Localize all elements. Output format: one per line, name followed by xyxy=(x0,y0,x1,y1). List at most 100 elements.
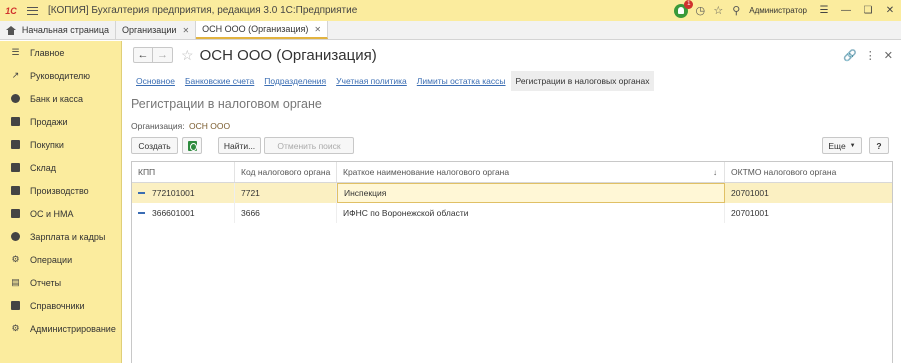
operations-icon: ⚙ xyxy=(11,254,20,264)
back-button[interactable]: ← xyxy=(133,47,153,63)
record-icon xyxy=(138,192,145,194)
table-row[interactable]: 772101001 7721 Инспекция 20701001 xyxy=(132,183,892,203)
notifications-button[interactable]: 1 xyxy=(674,0,694,18)
search-icon[interactable]: ⚲ xyxy=(727,0,745,21)
column-header-kpp[interactable]: КПП xyxy=(132,162,235,182)
chevron-down-icon: ▼ xyxy=(849,142,856,149)
more-actions-icon[interactable]: ⋮ xyxy=(865,49,876,62)
basket-icon xyxy=(10,139,21,150)
cart-icon xyxy=(10,116,21,127)
cell-tax-code: 3666 xyxy=(235,203,337,223)
sidebar-item-label: Производство xyxy=(30,185,89,196)
sidebar-item-directories[interactable]: Справочники xyxy=(0,294,121,317)
column-header-oktmo[interactable]: ОКТМО налогового органа xyxy=(725,162,892,182)
sidebar-item-operations[interactable]: ⚙ Операции xyxy=(0,248,121,271)
history-icon[interactable]: ◷ xyxy=(691,0,709,21)
cell-oktmo: 20701001 xyxy=(731,188,769,198)
cancel-search-button[interactable]: Отменить поиск xyxy=(264,137,354,154)
section-link-tax-registrations[interactable]: Регистрации в налоговых органах xyxy=(510,71,655,91)
column-header-label: Краткое наименование налогового органа xyxy=(343,167,510,177)
book-icon xyxy=(10,300,21,311)
link-icon[interactable]: 🔗 xyxy=(843,49,857,62)
reports-icon: ▤ xyxy=(11,277,20,287)
tab-organization-form[interactable]: ОСН ООО (Организация) ✕ xyxy=(196,21,329,39)
sidebar-item-label: Банк и касса xyxy=(30,93,83,104)
sidebar-item-production[interactable]: Производство xyxy=(0,179,121,202)
minimize-button[interactable]: — xyxy=(835,0,857,21)
sidebar-item-bank[interactable]: Банк и касса xyxy=(0,87,121,110)
chart-line-icon: ↗ xyxy=(11,70,20,80)
sidebar-item-label: Покупки xyxy=(30,139,64,150)
close-icon[interactable]: ✕ xyxy=(314,25,321,34)
registrations-table: КПП Код налогового органа Краткое наимен… xyxy=(131,161,893,363)
favorite-star-icon[interactable]: ☆ xyxy=(181,47,194,64)
sidebar-item-label: Главное xyxy=(30,47,65,58)
sidebar-item-administration[interactable]: ⚙ Администрирование xyxy=(0,317,121,340)
app-title: [КОПИЯ] Бухгалтерия предприятия, редакци… xyxy=(48,5,358,16)
cell-kpp-value: 366601001 xyxy=(152,208,195,218)
table-row[interactable]: 366601001 3666 ИФНС по Воронежской облас… xyxy=(132,203,892,223)
create-button[interactable]: Создать xyxy=(131,137,178,154)
excel-icon xyxy=(187,140,197,151)
cell-tax-name[interactable]: ИФНС по Воронежской области xyxy=(337,203,725,223)
organization-value[interactable]: ОСН ООО xyxy=(189,121,230,131)
tab-home[interactable]: Начальная страница xyxy=(0,21,116,39)
section-link-cash-limits[interactable]: Лимиты остатка кассы xyxy=(412,71,511,91)
sidebar-item-manager[interactable]: ↗ Руководителю xyxy=(0,64,121,87)
sidebar-item-purchases[interactable]: Покупки xyxy=(0,133,121,156)
tab-label: Организации xyxy=(122,25,177,35)
close-form-icon[interactable]: ✕ xyxy=(884,49,893,62)
sections-sidebar: ☰ Главное ↗ Руководителю Банк и касса Прод… xyxy=(0,41,122,363)
user-name[interactable]: Администратор xyxy=(749,6,807,15)
favorites-star-icon[interactable]: ☆ xyxy=(709,0,727,21)
sidebar-item-label: Операции xyxy=(30,254,73,265)
main-menu-button[interactable] xyxy=(22,0,42,21)
cell-tax-name[interactable]: Инспекция xyxy=(337,183,725,203)
title-bar: 1С [КОПИЯ] Бухгалтерия предприятия, реда… xyxy=(0,0,901,21)
form-title: ОСН ООО (Организация) xyxy=(199,46,377,64)
column-header-tax-code[interactable]: Код налогового органа xyxy=(235,162,337,182)
more-button[interactable]: Еще ▼ xyxy=(822,137,862,154)
find-button[interactable]: Найти... xyxy=(218,137,261,154)
close-icon[interactable]: ✕ xyxy=(182,26,189,35)
record-icon xyxy=(138,212,145,214)
sidebar-item-label: Справочники xyxy=(30,300,85,311)
section-link-bank-accounts[interactable]: Банковские счета xyxy=(180,71,259,91)
organization-form: ← → ☆ ОСН ООО (Организация) 🔗 ⋮ ✕ Основн… xyxy=(123,41,901,363)
home-icon xyxy=(6,25,16,35)
tab-label: ОСН ООО (Организация) xyxy=(202,24,309,34)
cell-tax-code: 7721 xyxy=(235,183,337,203)
sidebar-item-warehouse[interactable]: Склад xyxy=(0,156,121,179)
sidebar-item-label: Зарплата и кадры xyxy=(30,231,106,242)
menu-icon: ☰ xyxy=(11,47,20,57)
sort-descending-icon: ↓ xyxy=(713,167,717,177)
sidebar-item-label: Отчеты xyxy=(30,277,62,288)
settings-menu-icon[interactable]: ☰ xyxy=(813,0,835,21)
truck-icon xyxy=(10,208,21,219)
warehouse-icon xyxy=(10,162,21,173)
sidebar-item-reports[interactable]: ▤ Отчеты xyxy=(0,271,121,294)
factory-icon xyxy=(10,185,21,196)
sidebar-item-assets[interactable]: ОС и НМА xyxy=(0,202,121,225)
help-button[interactable]: ? xyxy=(869,137,889,154)
cell-kpp: 772101001 xyxy=(132,183,235,203)
close-window-button[interactable]: ✕ xyxy=(879,0,901,21)
section-link-main[interactable]: Основное xyxy=(131,71,180,91)
excel-export-button[interactable] xyxy=(182,137,202,154)
cell-kpp-value: 772101001 xyxy=(152,188,195,198)
cell-oktmo: 20701001 xyxy=(731,208,769,218)
sidebar-item-main[interactable]: ☰ Главное xyxy=(0,41,121,64)
tab-organizations[interactable]: Организации ✕ xyxy=(116,21,197,39)
cell-kpp: 366601001 xyxy=(132,203,235,223)
organization-field: Организация: ОСН ООО xyxy=(131,121,230,131)
section-link-divisions[interactable]: Подразделения xyxy=(259,71,331,91)
sidebar-item-salary[interactable]: Зарплата и кадры xyxy=(0,225,121,248)
form-header: ← → ☆ ОСН ООО (Организация) 🔗 ⋮ ✕ xyxy=(123,41,901,69)
sidebar-item-label: Склад xyxy=(30,162,57,173)
tab-label: Начальная страница xyxy=(21,25,109,35)
sidebar-item-sales[interactable]: Продажи xyxy=(0,110,121,133)
column-header-tax-name[interactable]: Краткое наименование налогового органа ↓ xyxy=(337,162,725,182)
section-link-accounting-policy[interactable]: Учетная политика xyxy=(331,71,412,91)
maximize-button[interactable]: ❏ xyxy=(857,0,879,21)
forward-button[interactable]: → xyxy=(153,47,173,63)
